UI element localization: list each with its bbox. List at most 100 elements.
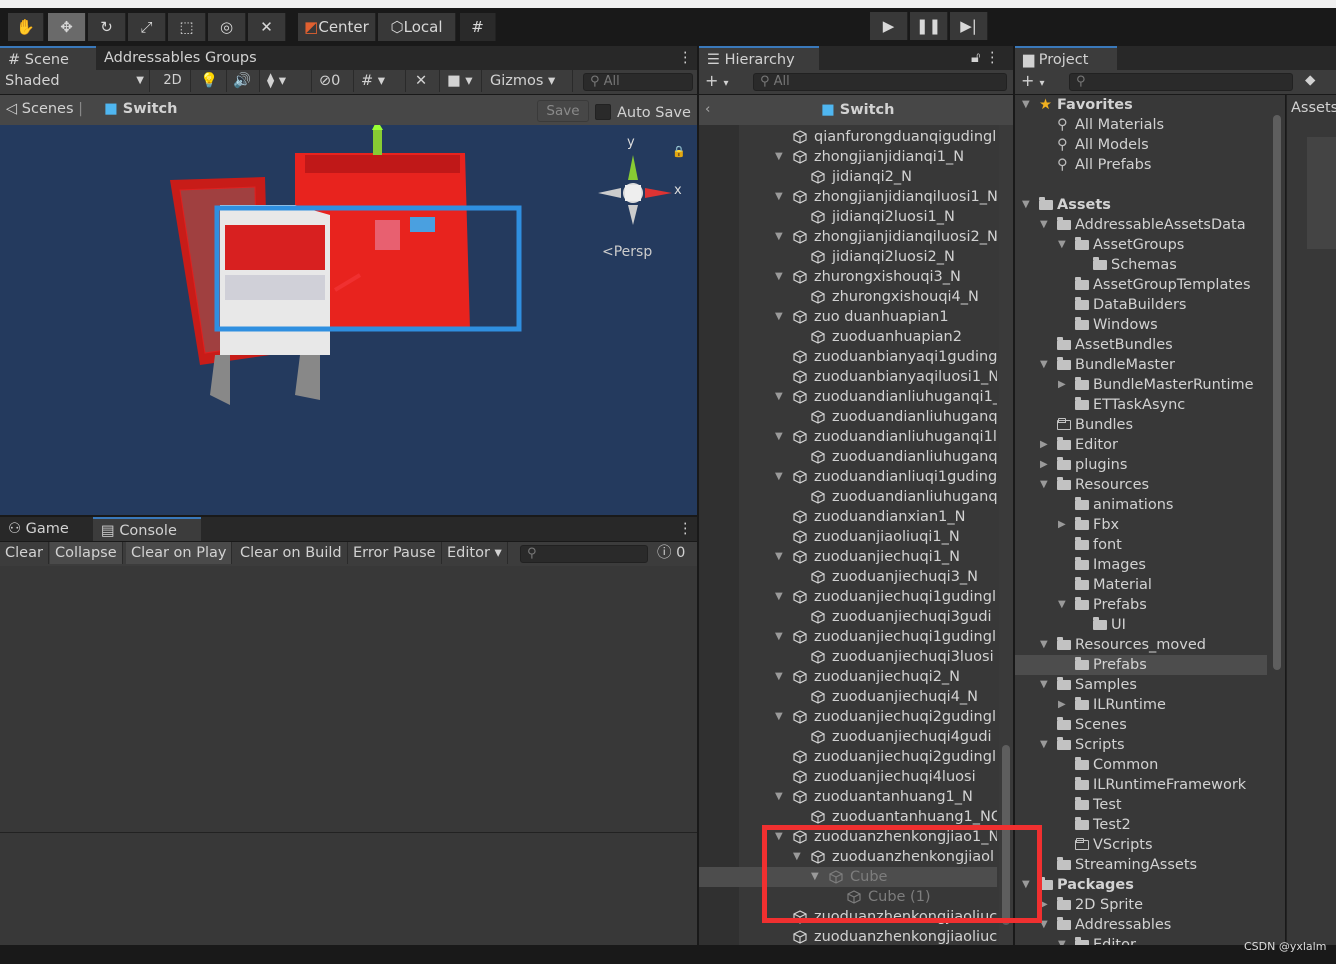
project-item[interactable]: ▼ BundleMaster — [1015, 355, 1270, 375]
project-tree-scrollbar[interactable] — [1270, 95, 1284, 945]
hierarchy-item[interactable]: zuoduanjiechuqi3_N — [699, 567, 997, 587]
expand-arrow-icon[interactable]: ▼ — [775, 707, 783, 727]
hierarchy-item[interactable]: ▼ zuo duanhuapian1 — [699, 307, 997, 327]
project-item[interactable]: Schemas — [1015, 255, 1270, 275]
hierarchy-item[interactable]: zuoduanhuapian2 — [699, 327, 997, 347]
expand-arrow-icon[interactable]: ▼ — [1022, 195, 1030, 215]
console-log-area[interactable] — [0, 566, 697, 832]
project-item[interactable]: ▼ AssetGroups — [1015, 235, 1270, 255]
hierarchy-lock-icon[interactable]: 🔓︎ ⋮ — [963, 46, 1008, 70]
project-item[interactable]: ⚲ All Models — [1015, 135, 1270, 155]
project-item[interactable]: ILRuntimeFramework — [1015, 775, 1270, 795]
hierarchy-item[interactable]: zuoduanjiechuqi4_N — [699, 687, 997, 707]
expand-arrow-icon[interactable]: ▼ — [775, 147, 783, 167]
project-item[interactable]: font — [1015, 535, 1270, 555]
expand-arrow-icon[interactable]: ▶ — [1058, 375, 1066, 395]
hierarchy-item[interactable]: qianfurongduanqigudingl — [699, 127, 997, 147]
camera-dropdown[interactable]: ■ ▾ — [442, 70, 482, 92]
hierarchy-item[interactable]: zuoduanjiechuqi4luosi — [699, 767, 997, 787]
hierarchy-item[interactable]: jidianqi2luosi2_N — [699, 247, 997, 267]
expand-arrow-icon[interactable]: ▼ — [775, 667, 783, 687]
hierarchy-item[interactable]: ▼ zuoduandianliuhuganqi1l — [699, 427, 997, 447]
expand-arrow-icon[interactable]: ▼ — [775, 787, 783, 807]
hierarchy-item[interactable]: zuoduanbianyaqiluosi1_N — [699, 367, 997, 387]
project-item[interactable]: ▶ Fbx — [1015, 515, 1270, 535]
hierarchy-item[interactable]: zuoduanjiaoliuqi1_N — [699, 527, 997, 547]
project-search-input[interactable]: ⚲ — [1069, 73, 1293, 91]
hidden-objects-toggle[interactable]: ⊘0 — [314, 70, 354, 92]
pivot-center-button[interactable]: ◩ Center — [298, 13, 376, 41]
expand-arrow-icon[interactable]: ▼ — [775, 547, 783, 567]
expand-arrow-icon[interactable]: ▼ — [1040, 675, 1048, 695]
lighting-toggle[interactable]: 💡 — [195, 70, 227, 92]
hierarchy-item[interactable]: ▼ zhongjianjidianqi1_N — [699, 147, 997, 167]
step-button[interactable]: ▶| — [950, 12, 988, 40]
expand-arrow-icon[interactable]: ▼ — [775, 387, 783, 407]
hierarchy-item[interactable]: ▼ zuoduanjiechuqi2gudingl — [699, 707, 997, 727]
editor-dropdown[interactable]: Editor ▾ — [442, 542, 508, 564]
hierarchy-search-input[interactable]: ⚲ All — [753, 73, 1007, 91]
hierarchy-item[interactable]: zuoduanjiechuqi3gudi — [699, 607, 997, 627]
project-item[interactable]: ▼ AddressableAssetsData — [1015, 215, 1270, 235]
tools-toggle[interactable]: ✕ — [410, 70, 440, 92]
hierarchy-item[interactable]: ▼ zuoduanjiechuqi1gudingl — [699, 587, 997, 607]
project-item[interactable]: ▼ Resources_moved — [1015, 635, 1270, 655]
project-item[interactable]: ▶ 2D Sprite — [1015, 895, 1270, 915]
project-item[interactable]: ▼ Prefabs — [1015, 595, 1270, 615]
project-item[interactable]: UI — [1015, 615, 1270, 635]
hierarchy-item[interactable]: ▼ zuoduandianliuqi1guding — [699, 467, 997, 487]
project-item[interactable]: Common — [1015, 755, 1270, 775]
auto-save-checkbox[interactable] — [595, 104, 611, 120]
filter-by-type-icon[interactable]: ◆ — [1305, 72, 1315, 88]
more-menu-icon[interactable]: ⋮ — [670, 46, 701, 70]
hand-tool-button[interactable]: ✋ — [8, 13, 44, 41]
hierarchy-item[interactable]: zuoduanjiechuqi2gudingl — [699, 747, 997, 767]
console-search-input[interactable]: ⚲ — [520, 545, 648, 563]
project-item[interactable]: ▶ ILRuntime — [1015, 695, 1270, 715]
transform-tool-button[interactable]: ◎ — [208, 13, 246, 41]
save-button[interactable]: Save — [537, 100, 589, 122]
project-item[interactable]: ▼ Scripts — [1015, 735, 1270, 755]
project-item[interactable]: ETTaskAsync — [1015, 395, 1270, 415]
expand-arrow-icon[interactable]: ▼ — [775, 307, 783, 327]
pivot-local-button[interactable]: ⬡ Local — [378, 13, 456, 41]
scene-viewport[interactable]: y x <Persp 🔒 — [0, 125, 697, 515]
project-item[interactable]: ▼ Resources — [1015, 475, 1270, 495]
hierarchy-item[interactable]: ▼ zuoduandianliuhuganqi1_ — [699, 387, 997, 407]
tab-scene[interactable]: # Scene — [0, 46, 96, 70]
project-item[interactable]: Images — [1015, 555, 1270, 575]
hierarchy-item[interactable]: zhurongxishouqi4_N — [699, 287, 997, 307]
hierarchy-item[interactable]: ▼ zhongjianjidianqiluosi1_N — [699, 187, 997, 207]
expand-arrow-icon[interactable]: ▼ — [1040, 635, 1048, 655]
play-button[interactable]: ▶ — [870, 12, 908, 40]
expand-arrow-icon[interactable]: ▼ — [775, 627, 783, 647]
hierarchy-item[interactable]: jidianqi2luosi1_N — [699, 207, 997, 227]
clear-button[interactable]: Clear — [0, 542, 49, 564]
hierarchy-item[interactable]: ▼ zhongjianjidianqiluosi2_N — [699, 227, 997, 247]
expand-arrow-icon[interactable]: ▶ — [1058, 695, 1066, 715]
audio-toggle[interactable]: 🔊 — [228, 70, 260, 92]
hierarchy-item[interactable]: zuoduanjiechuqi3luosi — [699, 647, 997, 667]
project-item[interactable]: Bundles — [1015, 415, 1270, 435]
project-item[interactable]: animations — [1015, 495, 1270, 515]
tab-console[interactable]: ▤ Console — [93, 517, 201, 541]
project-create-dropdown[interactable]: + ▾ — [1021, 71, 1045, 90]
clear-on-build-toggle[interactable]: Clear on Build — [235, 542, 348, 564]
grid-snap-button[interactable]: # — [460, 13, 496, 41]
tab-hierarchy[interactable]: ☰ Hierarchy — [699, 46, 819, 70]
project-item[interactable]: ⚲ All Materials — [1015, 115, 1270, 135]
scene-breadcrumb-switch[interactable]: ■ Switch — [104, 101, 177, 117]
scale-tool-button[interactable]: ⤢ — [128, 13, 166, 41]
error-count-toggle[interactable]: ⓘ 0 — [652, 542, 691, 564]
gizmos-dropdown[interactable]: Gizmos ▾ — [485, 70, 573, 92]
project-item[interactable]: Material — [1015, 575, 1270, 595]
hierarchy-item[interactable]: zuoduandianxian1_N — [699, 507, 997, 527]
expand-arrow-icon[interactable]: ▶ — [1040, 455, 1048, 475]
expand-arrow-icon[interactable]: ▼ — [775, 187, 783, 207]
scrollbar-thumb[interactable] — [1273, 115, 1281, 670]
hierarchy-item[interactable]: ▼ zuoduanjiechuqi2_N — [699, 667, 997, 687]
error-pause-toggle[interactable]: Error Pause — [348, 542, 442, 564]
project-item[interactable]: ▼ Assets — [1015, 195, 1270, 215]
project-item[interactable]: ▶ BundleMasterRuntime — [1015, 375, 1270, 395]
rect-tool-button[interactable]: ⬚ — [168, 13, 206, 41]
